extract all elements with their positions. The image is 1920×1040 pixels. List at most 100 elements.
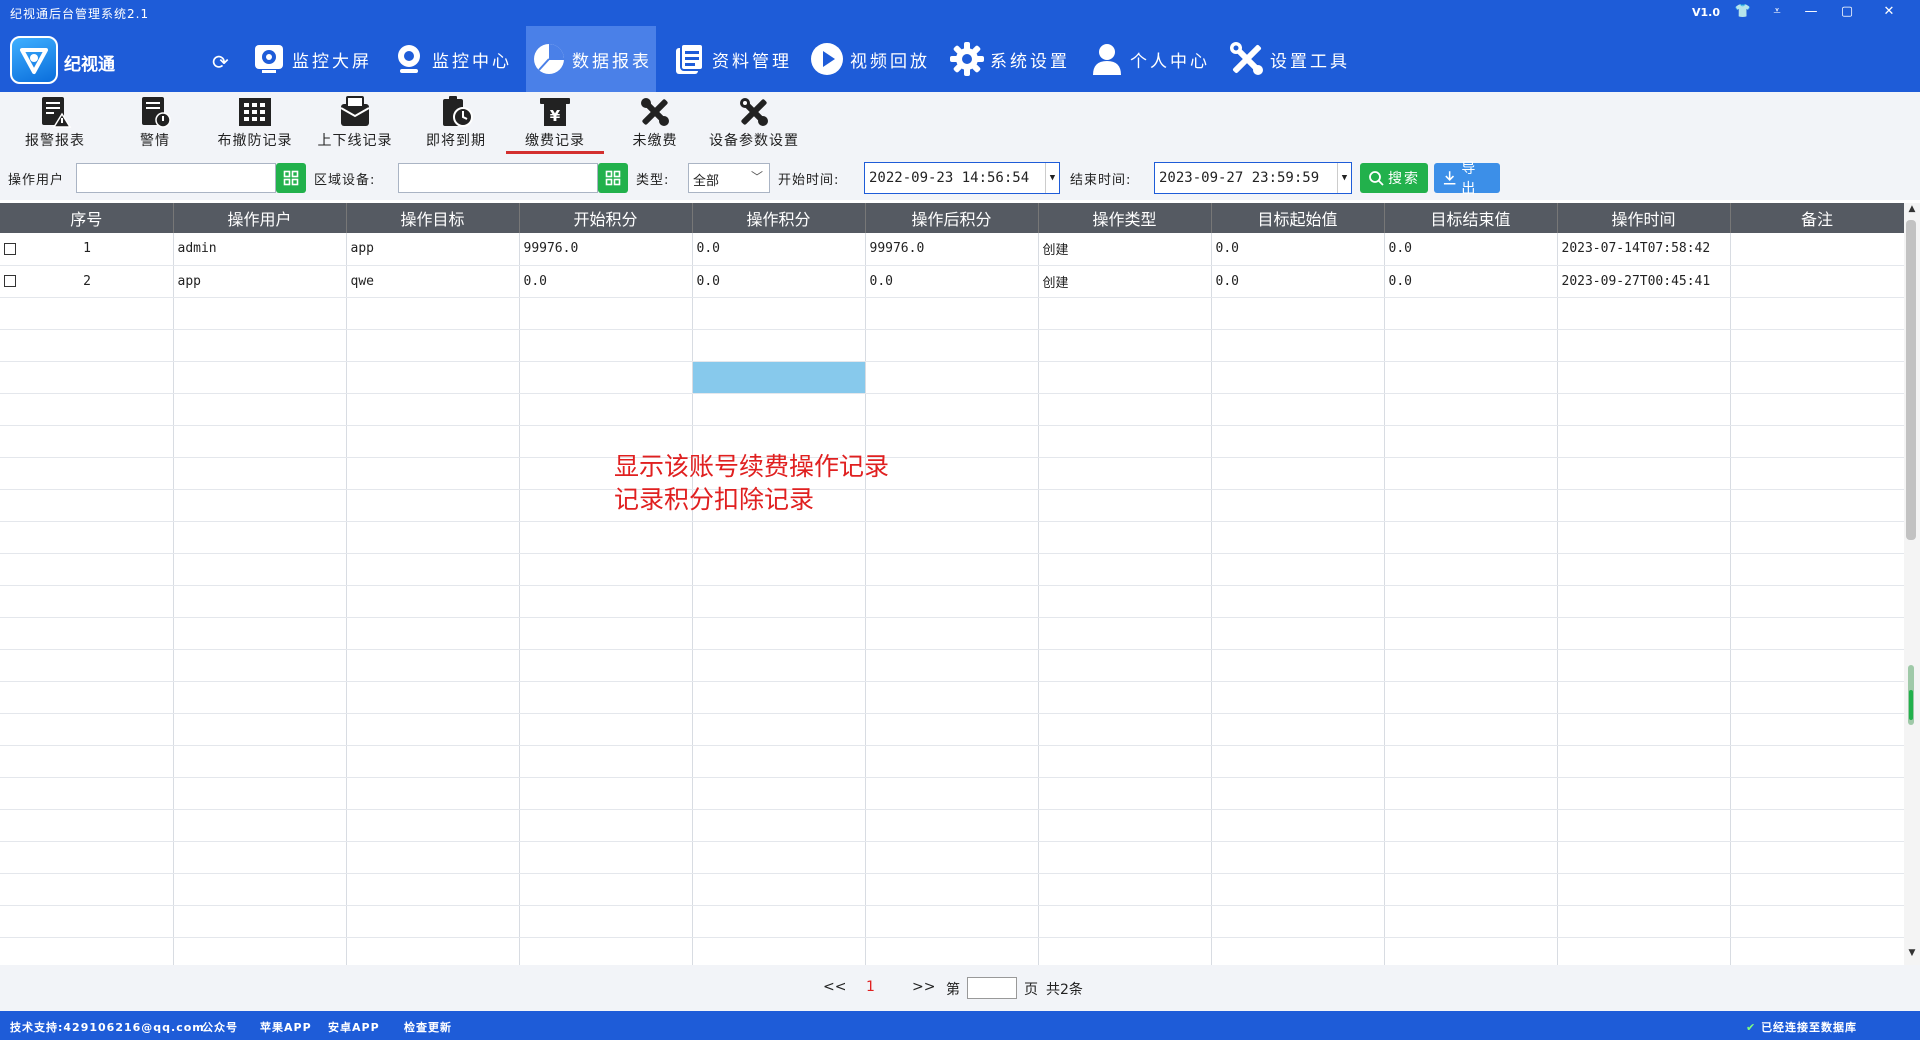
app-logo (10, 36, 58, 84)
operator-input[interactable] (76, 163, 276, 193)
target-end-cell: 0.0 (1384, 265, 1558, 298)
area-device-picker-button[interactable] (598, 163, 628, 193)
alert-doc-icon (120, 92, 190, 128)
nav-item-personal-center[interactable]: 个人中心 (1084, 26, 1214, 92)
subnav-item-unpaid[interactable]: 未缴费 (620, 92, 690, 156)
column-header[interactable]: 备注 (1730, 203, 1904, 233)
wechat-link[interactable]: 公众号 (202, 1019, 238, 1035)
page-number-input[interactable] (967, 977, 1017, 999)
end-time-value: 2023-09-27 23:59:59 (1159, 170, 1320, 186)
start-points-cell: 99976.0 (519, 233, 693, 266)
refresh-icon[interactable]: ⟳ (212, 50, 229, 74)
column-header[interactable]: 操作后积分 (865, 203, 1039, 233)
nav-label: 设置工具 (1270, 51, 1350, 72)
nav-label: 资料管理 (712, 51, 792, 72)
row-checkbox[interactable] (4, 242, 16, 255)
status-bar: 技术支持:429106216@qq.com 公众号 苹果APP 安卓APP 检查… (0, 1011, 1920, 1040)
menu-dropdown-icon[interactable]: ⩡ (1762, 0, 1792, 26)
op-type-cell: 创建 (1038, 265, 1212, 298)
empty-row (0, 553, 1904, 586)
empty-row (0, 521, 1904, 554)
minimize-button[interactable]: — (1796, 0, 1826, 26)
column-header[interactable]: 目标起始值 (1211, 203, 1385, 233)
chevron-down-icon: ﹀ (750, 170, 763, 184)
active-tab-underline (506, 151, 604, 154)
column-header[interactable]: 操作目标 (346, 203, 520, 233)
android-app-link[interactable]: 安卓APP (328, 1019, 380, 1035)
scroll-up-icon[interactable]: ▲ (1904, 204, 1920, 220)
nav-item-system-settings[interactable]: 系统设置 (944, 26, 1074, 92)
title-bar: 纪视通后台管理系统2.1 V1.0 👕 ⩡ — ▢ ✕ (0, 0, 1920, 26)
window-title: 纪视通后台管理系统2.1 (10, 7, 150, 21)
pagination: << 1 >> 第 页 共2条 (0, 965, 1920, 1011)
subnav-label: 警情 (140, 133, 170, 149)
empty-row (0, 905, 1904, 938)
target-start-cell: 0.0 (1211, 233, 1385, 266)
type-select[interactable]: 全部 ﹀ (688, 163, 770, 193)
row-checkbox[interactable] (4, 275, 16, 287)
nav-label: 系统设置 (990, 51, 1070, 72)
target-cell: app (346, 233, 520, 266)
version-label: V1.0 (1692, 6, 1720, 19)
subnav-item-payment-record[interactable]: ¥ 缴费记录 (506, 92, 604, 156)
scroll-down-icon[interactable]: ▼ (1904, 948, 1920, 964)
scrollbar-thumb[interactable] (1906, 220, 1916, 540)
end-time-picker[interactable]: 2023-09-27 23:59:59 ▼ (1154, 162, 1352, 194)
column-header[interactable]: 操作用户 (173, 203, 347, 233)
nav-item-settings-tools[interactable]: 设置工具 (1224, 26, 1354, 92)
nav-item-monitor-screen[interactable]: 监控大屏 (246, 26, 376, 92)
current-page[interactable]: 1 (866, 979, 875, 995)
op-time-cell: 2023-09-27T00:45:41 (1557, 265, 1731, 298)
subnav-item-alert[interactable]: 警情 (120, 92, 190, 156)
subnav-item-online-offline[interactable]: 上下线记录 (314, 92, 396, 156)
column-header[interactable]: 开始积分 (519, 203, 693, 233)
target-cell: qwe (346, 265, 520, 298)
op-points-cell: 0.0 (692, 265, 866, 298)
next-page-button[interactable]: >> (912, 979, 935, 995)
export-button[interactable]: 导出 (1434, 161, 1500, 197)
search-button[interactable]: 搜索 (1360, 163, 1428, 193)
operator-label: 操作用户 (8, 173, 65, 188)
end-time-label: 结束时间: (1070, 173, 1132, 188)
logo-mark-icon (20, 48, 48, 74)
area-device-input[interactable] (398, 163, 598, 193)
column-header[interactable]: 操作时间 (1557, 203, 1731, 233)
column-header[interactable]: 目标结束值 (1384, 203, 1558, 233)
table-row[interactable]: 2 app qwe 0.0 0.0 0.0 创建 0.0 0.0 2023-09… (0, 265, 1904, 298)
subnav-item-device-params[interactable]: 设备参数设置 (704, 92, 804, 156)
start-time-picker[interactable]: 2022-09-23 14:56:54 ▼ (864, 162, 1060, 194)
table-row[interactable]: 1 admin app 99976.0 0.0 99976.0 创建 0.0 0… (0, 233, 1904, 266)
empty-row (0, 297, 1904, 330)
subnav-item-expiring[interactable]: 即将到期 (418, 92, 494, 156)
download-icon (1443, 171, 1456, 185)
selected-cell[interactable] (692, 361, 866, 394)
empty-row (0, 745, 1904, 778)
subnav-item-arm-disarm[interactable]: 布撤防记录 (214, 92, 296, 156)
nav-item-video-playback[interactable]: 视频回放 (804, 26, 934, 92)
total-count: 共2条 (1046, 982, 1083, 998)
op-time-cell: 2023-07-14T07:58:42 (1557, 233, 1731, 266)
empty-row (0, 681, 1904, 714)
subnav-item-alarm-report[interactable]: 报警报表 (20, 92, 90, 156)
nav-label: 监控大屏 (292, 51, 372, 72)
dropdown-arrow-icon[interactable]: ▼ (1337, 163, 1351, 193)
column-header[interactable]: 操作积分 (692, 203, 866, 233)
annotation-line: 记录积分扣除记录 (614, 485, 815, 514)
nav-label: 监控中心 (432, 51, 512, 72)
nav-label: 数据报表 (572, 51, 652, 72)
column-header[interactable]: 序号 (0, 203, 174, 233)
dropdown-arrow-icon[interactable]: ▼ (1045, 163, 1059, 193)
nav-item-monitor-center[interactable]: 监控中心 (386, 26, 516, 92)
apple-app-link[interactable]: 苹果APP (260, 1019, 312, 1035)
close-button[interactable]: ✕ (1874, 0, 1904, 26)
empty-row (0, 713, 1904, 746)
page-prefix: 第 (946, 982, 960, 998)
nav-item-data-management[interactable]: 资料管理 (666, 26, 796, 92)
operator-picker-button[interactable] (276, 163, 306, 193)
maximize-button[interactable]: ▢ (1832, 0, 1862, 26)
prev-page-button[interactable]: << (823, 979, 846, 995)
nav-item-data-report[interactable]: 数据报表 (526, 26, 656, 92)
check-update-link[interactable]: 检查更新 (404, 1019, 452, 1035)
column-header[interactable]: 操作类型 (1038, 203, 1212, 233)
skin-icon[interactable]: 👕 (1728, 0, 1758, 26)
